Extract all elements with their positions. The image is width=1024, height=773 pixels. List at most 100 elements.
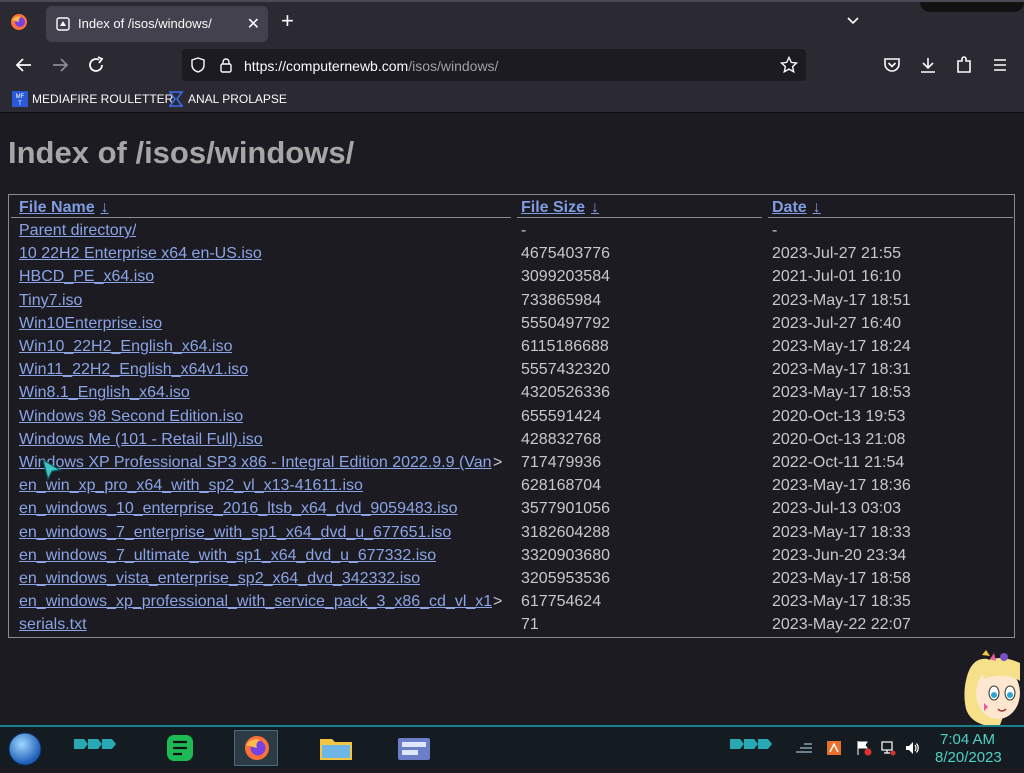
column-header-file-name[interactable]: File Name ↓ [19, 199, 109, 217]
back-arrow-icon[interactable] [14, 55, 34, 75]
tray-app-icon[interactable] [826, 740, 842, 756]
file-size: 628168704 [521, 477, 602, 495]
file-size: 655591424 [521, 407, 602, 425]
taskbar: 7:04 AM 8/20/2023 [0, 725, 1024, 768]
file-link[interactable]: en_windows_7_enterprise_with_sp1_x64_dvd… [19, 524, 451, 542]
file-link[interactable]: Win11_22H2_English_x64v1.iso [19, 361, 248, 379]
hamburger-menu-icon[interactable] [990, 55, 1010, 75]
file-link[interactable]: en_windows_xp_professional_with_service_… [19, 593, 492, 611]
extensions-puzzle-icon[interactable] [954, 55, 974, 75]
file-link[interactable]: serials.txt [19, 616, 87, 634]
control-panel-icon[interactable] [392, 730, 436, 766]
file-listing-table: File Name ↓ File Size ↓ Date ↓ Parent direc… [8, 194, 1015, 638]
file-link[interactable]: Win8.1_English_x64.iso [19, 384, 190, 402]
bookmark-star-icon[interactable] [780, 56, 798, 74]
table-row: Tiny7.iso 733865984 2023-May-17 18:51 [9, 290, 1014, 313]
column-header-file-size[interactable]: File Size ↓ [521, 199, 599, 217]
file-date: 2023-Jun-20 23:34 [772, 546, 907, 564]
file-explorer-icon[interactable] [314, 730, 358, 766]
file-link[interactable]: 10 22H2 Enterprise x64 en-US.iso [19, 245, 262, 263]
firefox-taskbar-icon [245, 736, 269, 760]
file-date: 2022-Oct-11 21:54 [772, 454, 905, 471]
downloads-icon[interactable] [918, 55, 938, 75]
file-date: 2023-May-17 18:35 [772, 593, 911, 611]
header-divider [517, 217, 762, 218]
new-tab-icon[interactable]: + [281, 10, 294, 32]
file-size: 3205953536 [521, 570, 610, 587]
header-label: Date [772, 199, 807, 216]
bookmarks-toolbar: MF T MEDIAFIRE ROULETTER ANAL PROLAPSE [0, 86, 1024, 113]
table-row: en_win_xp_pro_x64_with_sp2_vl_x13-41611.… [9, 475, 1014, 498]
file-size: - [521, 222, 527, 239]
volume-icon[interactable] [904, 740, 920, 756]
file-link[interactable]: Windows 98 Second Edition.iso [19, 408, 243, 426]
url-bar[interactable]: https://computernewb.com/isos/windows/ [182, 49, 806, 81]
notes-app-icon[interactable] [158, 730, 202, 766]
table-row: Win10_22H2_English_x64.iso 6115186688 2023… [9, 336, 1014, 359]
file-link[interactable]: en_win_xp_pro_x64_with_sp2_vl_x13-41611.… [19, 477, 363, 495]
file-date: 2023-May-17 18:51 [772, 291, 911, 309]
column-header-date[interactable]: Date ↓ [772, 199, 821, 217]
start-orb-icon[interactable] [8, 732, 42, 766]
table-row: en_windows_xp_professional_with_service_… [9, 591, 1014, 614]
bookmark-mediafire[interactable]: MF T MEDIAFIRE ROULETTER [12, 91, 173, 107]
header-divider [768, 217, 1013, 218]
url-path: /isos/windows/ [408, 58, 499, 74]
url-host: https://computernewb.com [244, 58, 409, 74]
reload-icon[interactable] [86, 55, 106, 75]
file-link[interactable]: Win10_22H2_English_x64.iso [19, 338, 232, 356]
clock-date[interactable]: 8/20/2023 [935, 749, 1002, 766]
list-all-tabs-chevron-icon[interactable] [845, 12, 861, 28]
taskbar-decoration [730, 739, 772, 749]
network-icon[interactable] [880, 740, 896, 756]
table-row: Parent directory/ - - [9, 220, 1014, 243]
url-text[interactable]: https://computernewb.com/isos/windows/ [244, 58, 498, 74]
file-date: 2023-May-17 18:36 [772, 477, 911, 495]
tray-overflow-icon[interactable] [794, 740, 814, 756]
clock-time[interactable]: 7:04 AM [940, 731, 995, 748]
taskbar-firefox-button[interactable] [234, 730, 278, 766]
file-size: 3099203584 [521, 268, 610, 286]
lock-icon[interactable] [218, 57, 234, 73]
file-date: 2023-May-17 18:53 [772, 384, 911, 402]
taskbar-decoration [74, 739, 116, 749]
file-link[interactable]: en_windows_vista_enterprise_sp2_x64_dvd_… [19, 570, 420, 588]
file-size: 6115186688 [521, 338, 609, 355]
table-row: en_windows_7_ultimate_with_sp1_x64_dvd_u… [9, 545, 1014, 568]
file-size: 733865984 [521, 291, 602, 309]
table-row: en_windows_10_enterprise_2016_ltsb_x64_d… [9, 498, 1014, 521]
file-link[interactable]: Tiny7.iso [19, 292, 82, 310]
header-divider [11, 217, 511, 218]
sort-arrow-icon: ↓ [812, 199, 821, 216]
page-favicon-icon [56, 17, 70, 31]
file-link[interactable]: Win10Enterprise.iso [19, 315, 162, 333]
header-label: File Size [521, 199, 586, 216]
file-size: 3182604288 [521, 523, 610, 541]
table-row: 10 22H2 Enterprise x64 en-US.iso 46754037… [9, 243, 1014, 266]
file-date: 2023-Jul-13 03:03 [772, 500, 901, 518]
table-row: Windows 98 Second Edition.iso 655591424 20… [9, 406, 1014, 429]
pocket-icon[interactable] [882, 55, 902, 75]
file-link[interactable]: en_windows_10_enterprise_2016_ltsb_x64_d… [19, 500, 458, 518]
page-content: Index of /isos/windows/ File Name ↓ File … [0, 113, 1024, 725]
file-link[interactable]: Windows Me (101 - Retail Full).iso [19, 431, 263, 449]
file-link[interactable]: Parent directory/ [19, 222, 136, 240]
file-size: 3577901056 [521, 500, 610, 518]
tab-close-icon[interactable]: ✕ [247, 14, 260, 34]
file-link[interactable]: HBCD_PE_x64.iso [19, 268, 154, 286]
file-link[interactable]: en_windows_7_ultimate_with_sp1_x64_dvd_u… [19, 547, 436, 565]
sort-arrow-icon: ↓ [591, 199, 600, 216]
file-date: 2023-May-17 18:58 [772, 570, 911, 587]
tab-active[interactable]: Index of /isos/windows/ ✕ [46, 6, 268, 42]
firefox-logo-icon[interactable] [10, 13, 28, 31]
truncation-marker: > [493, 593, 503, 611]
file-date: 2023-May-17 18:33 [772, 523, 911, 541]
file-size: 4320526336 [521, 384, 610, 402]
bookmark-second[interactable]: ANAL PROLAPSE [168, 91, 288, 107]
action-center-flag-icon[interactable] [856, 740, 872, 756]
mediafire-bookmark-icon: MF T [12, 91, 28, 107]
file-link[interactable]: Windows XP Professional SP3 x86 - Integr… [19, 454, 492, 472]
file-size: 428832768 [521, 430, 602, 448]
forward-arrow-icon[interactable] [50, 55, 70, 75]
tracking-protection-shield-icon[interactable] [190, 57, 206, 73]
